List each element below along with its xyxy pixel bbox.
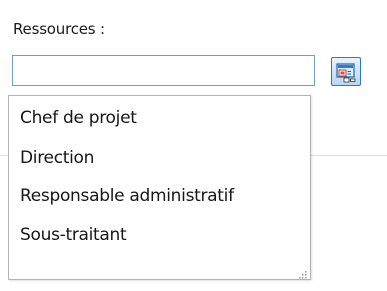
resource-picker-button[interactable] [331, 57, 361, 86]
resources-label: Ressources : [13, 20, 105, 38]
dropdown-option-direction[interactable]: Direction [20, 147, 94, 169]
dropdown-option-chef-de-projet[interactable]: Chef de projet [20, 107, 137, 129]
resources-input[interactable] [12, 55, 315, 86]
resources-dropdown[interactable]: Chef de projet Direction Responsable adm… [8, 95, 311, 280]
dropdown-option-sous-traitant[interactable]: Sous-traitant [20, 224, 127, 246]
resize-grip-icon[interactable] [296, 265, 308, 279]
dropdown-option-responsable-administratif[interactable]: Responsable administratif [20, 185, 234, 207]
